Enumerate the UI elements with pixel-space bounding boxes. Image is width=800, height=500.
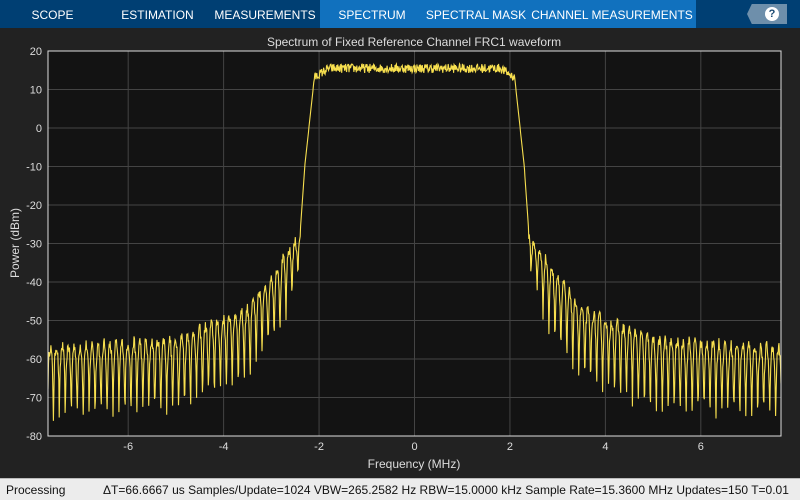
y-tick-label: -70	[26, 393, 42, 405]
tab-channel-measurements[interactable]: CHANNEL MEASUREMENTS	[528, 0, 696, 28]
chart-title: Spectrum of Fixed Reference Channel FRC1…	[267, 35, 561, 49]
help-icon: ?	[765, 7, 779, 21]
y-tick-label: -80	[26, 431, 42, 443]
tab-spectrum[interactable]: SPECTRUM	[320, 0, 424, 28]
y-tick-label: -30	[26, 239, 42, 251]
toolstrip-tabs: SCOPE ESTIMATION MEASUREMENTS SPECTRUM S…	[0, 0, 800, 28]
tab-spectral-mask[interactable]: SPECTRAL MASK	[424, 0, 528, 28]
y-tick-label: -10	[26, 162, 42, 174]
status-bar: Processing ΔT=66.6667 us Samples/Update=…	[0, 478, 800, 500]
tab-measurements[interactable]: MEASUREMENTS	[210, 0, 320, 28]
y-tick-label: -20	[26, 200, 42, 212]
x-tick-label: -4	[219, 441, 229, 453]
x-tick-label: 0	[411, 441, 417, 453]
y-tick-label: -60	[26, 354, 42, 366]
y-tick-label: 10	[30, 85, 42, 97]
tab-estimation[interactable]: ESTIMATION	[105, 0, 210, 28]
status-info: ΔT=66.6667 us Samples/Update=1024 VBW=26…	[103, 483, 789, 497]
x-tick-label: 2	[507, 441, 513, 453]
tab-scope[interactable]: SCOPE	[0, 0, 105, 28]
help-button[interactable]: ?	[747, 4, 787, 24]
x-tick-label: 6	[698, 441, 704, 453]
y-tick-label: -50	[26, 316, 42, 328]
y-tick-label: -40	[26, 277, 42, 289]
x-tick-label: -6	[123, 441, 133, 453]
status-state: Processing	[6, 483, 66, 497]
x-tick-label: 4	[602, 441, 608, 453]
y-tick-label: 0	[36, 123, 42, 135]
y-axis-label: Power (dBm)	[8, 208, 22, 278]
y-tick-label: 20	[30, 46, 42, 58]
x-axis-label: Frequency (MHz)	[368, 457, 461, 471]
x-tick-label: -2	[314, 441, 324, 453]
spectrum-plot: Spectrum of Fixed Reference Channel FRC1…	[8, 35, 782, 471]
